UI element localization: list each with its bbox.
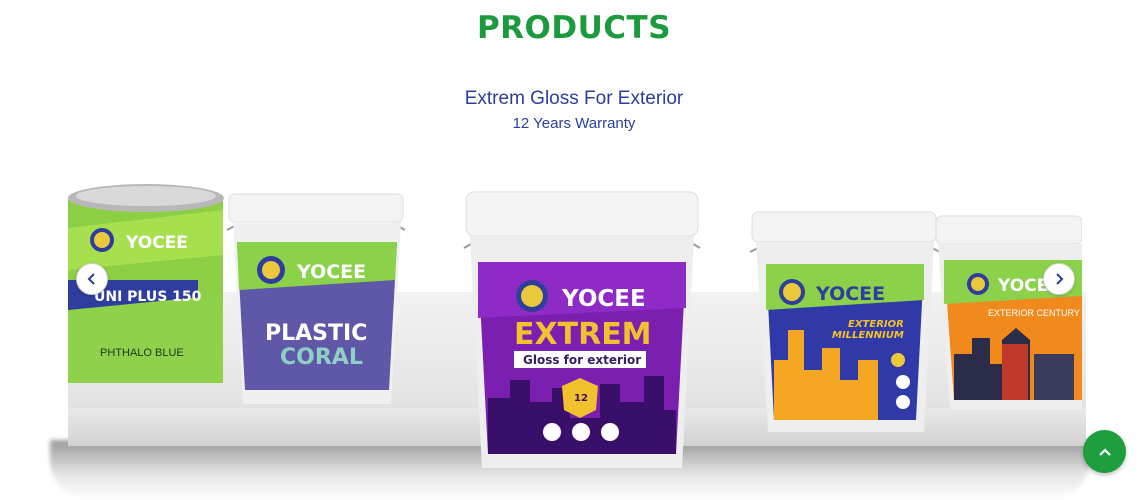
chevron-left-icon [87, 273, 95, 285]
product-subtitle: PHTHALO BLUE [100, 347, 184, 359]
product-title: PLASTIC [265, 321, 367, 346]
product-title: EXTREM [514, 317, 652, 352]
chevron-right-icon [1056, 273, 1064, 285]
product-brand: YOCEE [815, 283, 885, 305]
paint-bucket-image: YOCEE EXTERIOR CENTURY [935, 215, 1082, 410]
product-title: EXTERIOR CENTURY [988, 308, 1080, 318]
paint-bucket-image: YOCEE EXTERIOR MILLENNIUM [749, 211, 941, 432]
product-brand: YOCEE [296, 261, 366, 283]
product-title-line2: CORAL [280, 345, 363, 370]
product-title-line2: MILLENNIUM [832, 330, 904, 341]
product-title: UNI PLUS 150 [94, 289, 202, 305]
product-card-extrem[interactable]: YOCEE EXTREM Gloss for exterior 12 [460, 188, 705, 473]
product-card-plastic-coral[interactable]: YOCEE PLASTIC CORAL [225, 190, 410, 415]
product-card-exterior-century[interactable]: YOCEE EXTERIOR CENTURY [932, 214, 1082, 414]
warranty-badge: 12 [574, 393, 588, 404]
scroll-to-top-button[interactable] [1083, 430, 1126, 473]
carousel-next-button[interactable] [1043, 263, 1075, 295]
paint-bucket-image: YOCEE EXTREM Gloss for exterior 12 [463, 191, 701, 468]
chevron-up-icon [1098, 447, 1111, 456]
product-subtitle: Gloss for exterior [523, 353, 641, 367]
paint-bucket-image: YOCEE PLASTIC CORAL [226, 193, 406, 404]
carousel-prev-button[interactable] [76, 263, 108, 295]
product-brand: YOCEE [125, 233, 188, 253]
product-title: EXTERIOR [848, 319, 904, 330]
product-warranty: 12 Years Warranty [512, 115, 636, 132]
product-name: Extrem Gloss For Exterior [464, 88, 684, 109]
product-brand: YOCEE [561, 286, 646, 312]
product-card-exterior-millennium[interactable]: YOCEE EXTERIOR MILLENNIUM [748, 210, 943, 438]
section-title: PRODUCTS [476, 10, 672, 46]
product-carousel: YOCEE UNI PLUS 150 PHTHALO BLUE YOCEE PL… [0, 170, 1148, 500]
